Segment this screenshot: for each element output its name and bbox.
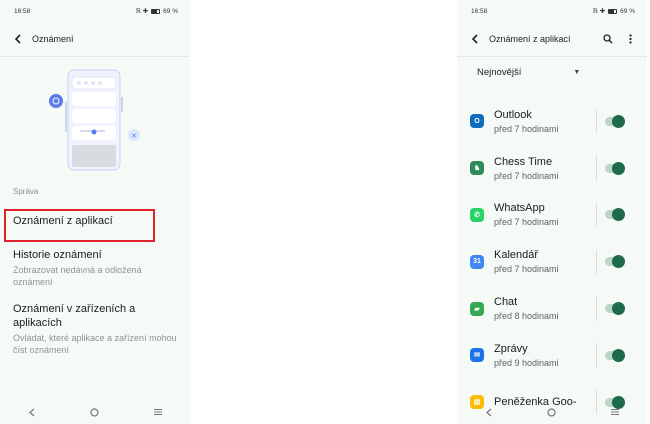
- notification-toggle[interactable]: [605, 302, 625, 316]
- whatsapp-icon: ✆: [470, 207, 484, 222]
- toggle-separator: [596, 156, 597, 181]
- back-arrow-icon[interactable]: [467, 31, 483, 47]
- app-name: Chat: [494, 296, 518, 309]
- notifications-illustration: ✕: [0, 57, 190, 182]
- search-icon[interactable]: [601, 32, 615, 46]
- status-icons: ℝ ✚ 69 %: [135, 7, 178, 16]
- svg-text:✕: ✕: [131, 133, 137, 140]
- nav-home-icon[interactable]: [545, 405, 559, 419]
- app-name: WhatsApp: [494, 202, 545, 215]
- app-text: Chat před 8 hodinami: [494, 295, 596, 322]
- notification-toggle[interactable]: [605, 348, 625, 362]
- toggle-separator: [596, 296, 597, 321]
- app-name: Zprávy: [494, 342, 528, 355]
- dropdown-arrow-icon: ▼: [573, 68, 581, 76]
- status-signal-icons: ℝ ✚: [592, 8, 606, 15]
- app-name: Kalendář: [494, 249, 539, 262]
- app-row[interactable]: ♞ Chess Time před 7 hodinami: [457, 145, 647, 192]
- menu-item-device-app-notifications[interactable]: Oznámení v zařízeních a aplikacích Ovlád…: [0, 302, 190, 356]
- status-time: 16:58: [14, 7, 31, 15]
- page-title: Oznámení: [32, 34, 74, 44]
- navigation-bar: [457, 400, 647, 424]
- more-options-icon[interactable]: [623, 32, 637, 46]
- app-bar: Oznámení: [0, 22, 190, 56]
- notification-toggle[interactable]: [605, 161, 625, 175]
- app-list: O Outlook před 7 hodinami ♞ Chess Time před 7…: [457, 98, 647, 424]
- app-row[interactable]: ✆ WhatsApp před 7 hodinami: [457, 192, 647, 239]
- app-name: Chess Time: [494, 155, 553, 168]
- page-title: Oznámení z aplikací: [489, 34, 571, 44]
- toggle-separator: [596, 109, 597, 134]
- app-last-notification-time: před 7 hodinami: [494, 123, 559, 134]
- chess-time-icon: ♞: [470, 161, 484, 176]
- nav-recents-icon[interactable]: [608, 405, 622, 419]
- toggle-separator: [596, 249, 597, 274]
- status-time: 16:58: [471, 7, 488, 15]
- notification-toggle[interactable]: [605, 114, 625, 128]
- nav-home-icon[interactable]: [88, 405, 102, 419]
- highlight-annotation-box: [4, 209, 155, 242]
- battery-level: 69 %: [163, 7, 178, 15]
- app-last-notification-time: před 7 hodinami: [494, 217, 559, 228]
- app-last-notification-time: před 9 hodinami: [494, 357, 559, 368]
- section-header: Správa: [13, 187, 39, 196]
- menu-item-title: Historie oznámení: [13, 249, 102, 261]
- menu-item-subtitle: Zobrazovat nedávná a odložená oznámení: [13, 265, 142, 287]
- calendar-icon: 31: [470, 254, 484, 269]
- nav-back-icon[interactable]: [25, 405, 39, 419]
- app-text: Kalendář před 7 hodinami: [494, 248, 596, 275]
- sort-selected-value: Nejnovější: [477, 66, 522, 78]
- app-last-notification-time: před 7 hodinami: [494, 170, 559, 181]
- status-bar: 16:58 ℝ ✚ 69 %: [457, 0, 647, 22]
- menu-item-notification-history[interactable]: Historie oznámení Zobrazovat nedávná a o…: [0, 248, 190, 288]
- app-last-notification-time: před 8 hodinami: [494, 311, 559, 322]
- app-row[interactable]: 31 Kalendář před 7 hodinami: [457, 238, 647, 285]
- battery-icon: [151, 8, 161, 14]
- toggle-separator: [596, 202, 597, 227]
- left-phone-screen: 16:58 ℝ ✚ 69 % Oznámení ✕ Správa Oznámen…: [0, 0, 190, 424]
- app-text: Zprávy před 9 hodinami: [494, 342, 596, 369]
- app-text: WhatsApp před 7 hodinami: [494, 201, 596, 228]
- app-name: Outlook: [494, 108, 532, 121]
- app-bar: Oznámení z aplikací: [457, 22, 647, 56]
- menu-item-title: Oznámení v zařízeních a aplikacích: [13, 303, 136, 329]
- menu-item-subtitle: Ovládat, které aplikace a zařízení mohou…: [13, 333, 177, 355]
- app-row[interactable]: ✉ Zprávy před 9 hodinami: [457, 332, 647, 379]
- battery-level: 69 %: [620, 7, 635, 15]
- app-text: Outlook před 7 hodinami: [494, 108, 596, 135]
- phone-illustration-graphic: ✕: [49, 69, 140, 171]
- outlook-icon: O: [470, 114, 484, 129]
- status-bar: 16:58 ℝ ✚ 69 %: [0, 0, 190, 22]
- sort-dropdown[interactable]: Nejnovější ▼: [457, 57, 647, 87]
- navigation-bar: [0, 400, 190, 424]
- status-icons: ℝ ✚ 69 %: [592, 7, 635, 16]
- app-row[interactable]: O Outlook před 7 hodinami: [457, 98, 647, 145]
- battery-icon: [608, 8, 618, 14]
- notification-toggle[interactable]: [605, 208, 625, 222]
- nav-recents-icon[interactable]: [151, 405, 165, 419]
- back-arrow-icon[interactable]: [10, 31, 26, 47]
- status-signal-icons: ℝ ✚: [135, 8, 149, 15]
- app-row[interactable]: ▰ Chat před 8 hodinami: [457, 285, 647, 332]
- toggle-separator: [596, 343, 597, 368]
- nav-back-icon[interactable]: [482, 405, 496, 419]
- notification-toggle[interactable]: [605, 255, 625, 269]
- right-phone-screen: 16:58 ℝ ✚ 69 % Oznámení z aplikací Nejno…: [457, 0, 647, 424]
- chat-icon: ▰: [470, 301, 484, 316]
- messages-icon: ✉: [470, 348, 484, 363]
- app-last-notification-time: před 7 hodinami: [494, 264, 559, 275]
- app-text: Chess Time před 7 hodinami: [494, 155, 596, 182]
